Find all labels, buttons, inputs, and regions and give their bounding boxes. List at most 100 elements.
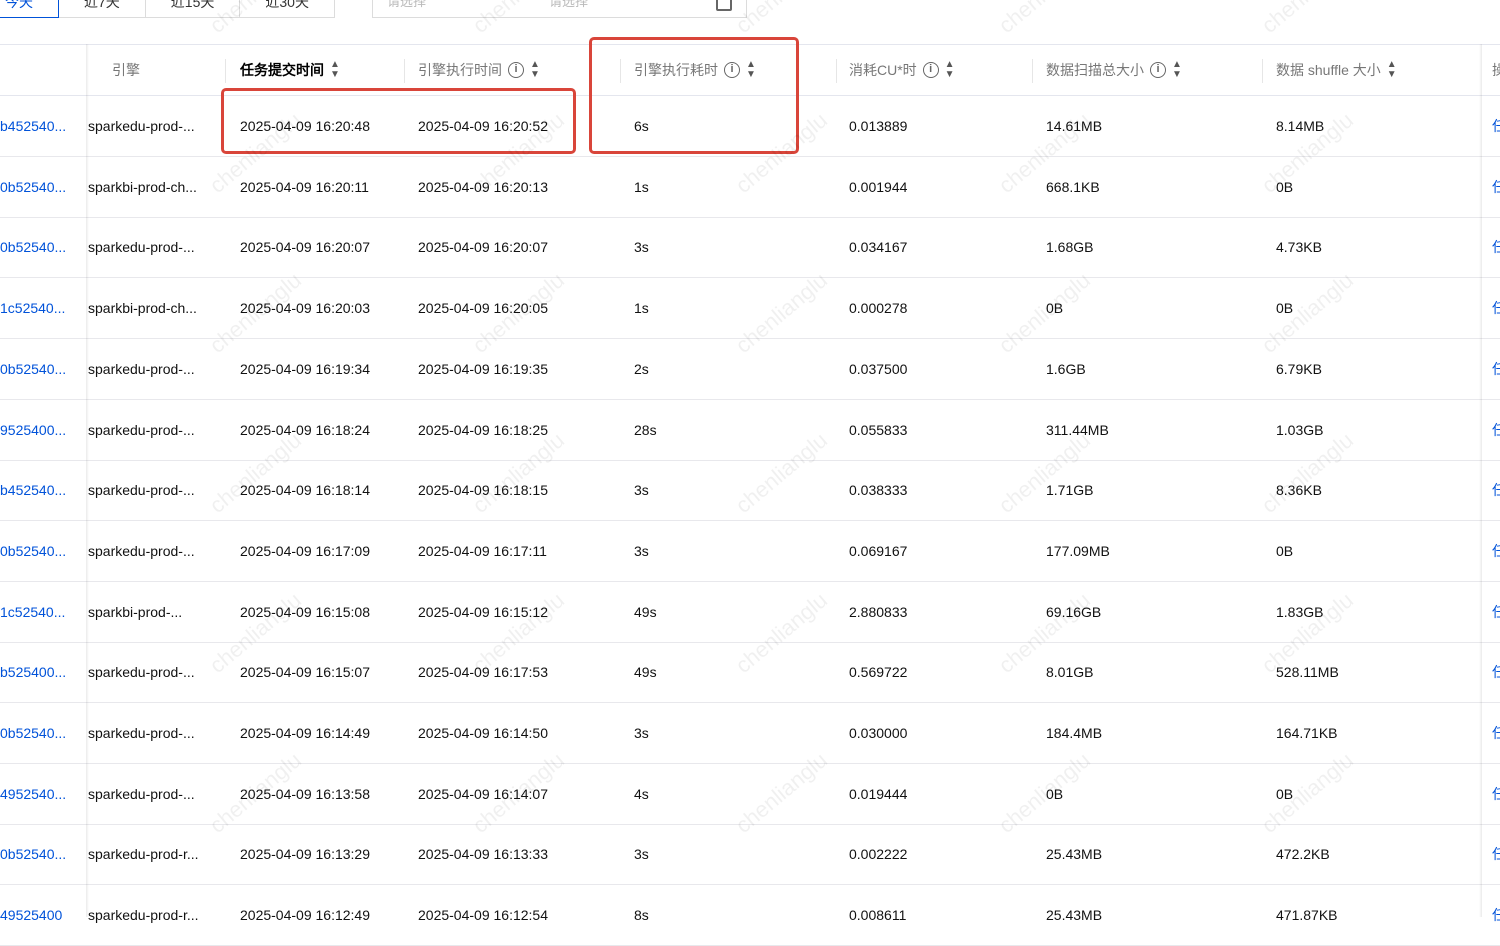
shuffle-size: 471.87KB (1276, 907, 1338, 924)
detail-link[interactable]: 任 (1492, 885, 1500, 945)
detail-link[interactable]: 任 (1492, 703, 1500, 763)
start-date-placeholder: 请选择 (387, 0, 427, 9)
quick-date-tabs: 今天 近7天 近15天 近30天 (0, 0, 335, 18)
exec-time: 2025-04-09 16:20:13 (418, 178, 548, 195)
task-id-link[interactable]: 0b52540... (0, 217, 66, 277)
cu-hours: 2.880833 (849, 603, 908, 620)
task-id-link[interactable]: 49525400 (0, 885, 62, 945)
info-icon[interactable]: i (1150, 62, 1166, 78)
detail-link[interactable]: 任 (1492, 764, 1500, 824)
info-icon[interactable]: i (724, 62, 740, 78)
duration: 3s (634, 725, 649, 741)
col-scan-size[interactable]: 数据扫描总大小 i ▲ ▼ (1046, 45, 1182, 95)
table-row: 0b52540... sparkedu-prod-... 2025-04-09 16… (0, 703, 1500, 764)
scan-size: 8.01GB (1046, 664, 1094, 681)
tab-today[interactable]: 今天 (0, 0, 59, 18)
info-icon[interactable]: i (508, 62, 524, 78)
col-label: 引擎执行时间 (418, 62, 502, 78)
shuffle-size: 1.03GB (1276, 421, 1324, 438)
shuffle-size: 0B (1276, 785, 1294, 802)
task-id-link[interactable]: 1c52540... (0, 582, 65, 642)
task-id-link[interactable]: b452540... (0, 460, 66, 520)
scan-size: 311.44MB (1046, 421, 1109, 438)
engine-name: sparkedu-prod-... (88, 360, 195, 377)
submit-time: 2025-04-09 16:20:03 (240, 300, 370, 317)
shuffle-size: 0B (1276, 178, 1294, 195)
sort-icon[interactable]: ▲ ▼ (945, 60, 955, 80)
engine-name: sparkedu-prod-... (88, 421, 195, 438)
submit-time: 2025-04-09 16:20:11 (240, 178, 369, 195)
exec-time: 2025-04-09 16:18:25 (418, 421, 548, 438)
detail-link[interactable]: 任 (1492, 521, 1500, 581)
sort-icon[interactable]: ▲ ▼ (1387, 60, 1397, 80)
tab-15-days[interactable]: 近15天 (144, 0, 241, 18)
col-shuffle-size[interactable]: 数据 shuffle 大小 ▲ ▼ (1276, 45, 1397, 95)
col-label: 操 (1492, 62, 1500, 78)
sort-icon[interactable]: ▲ ▼ (746, 60, 756, 80)
watermark: chenlianglu (994, 0, 1096, 39)
detail-link[interactable]: 任 (1492, 400, 1500, 460)
info-icon[interactable]: i (922, 62, 939, 78)
task-id-link[interactable]: 0b52540... (0, 824, 66, 884)
sort-icon[interactable]: ▲ ▼ (330, 60, 340, 80)
detail-link[interactable]: 任 (1492, 96, 1500, 156)
exec-time: 2025-04-09 16:19:35 (418, 360, 548, 377)
scan-size: 668.1KB (1046, 178, 1100, 195)
detail-link[interactable]: 任 (1492, 157, 1500, 217)
scan-size: 69.16GB (1046, 603, 1102, 620)
task-id-link[interactable]: 9525400... (0, 400, 66, 460)
exec-time: 2025-04-09 16:18:15 (418, 482, 548, 499)
col-label: 数据扫描总大小 (1046, 62, 1144, 78)
col-duration[interactable]: 引擎执行耗时 i ▲ ▼ (634, 45, 756, 95)
duration: 3s (634, 482, 649, 499)
tab-30-days[interactable]: 近30天 (239, 0, 335, 18)
divider (1032, 59, 1033, 83)
detail-link[interactable]: 任 (1492, 824, 1500, 884)
detail-link[interactable]: 任 (1492, 582, 1500, 642)
duration: 8s (634, 907, 649, 924)
task-id-link[interactable]: 0b52540... (0, 521, 66, 581)
detail-link[interactable]: 任 (1492, 217, 1500, 277)
exec-time: 2025-04-09 16:14:50 (418, 725, 548, 741)
table-row: 0b52540... sparkedu-prod-r... 2025-04-09 1… (0, 824, 1500, 886)
col-action: 操 (1492, 45, 1500, 95)
sort-icon[interactable]: ▲ ▼ (1172, 60, 1182, 80)
detail-link[interactable]: 任 (1492, 460, 1500, 520)
task-id-link[interactable]: b525400... (0, 642, 66, 702)
submit-time: 2025-04-09 16:20:07 (240, 239, 370, 256)
table-row: 49525400 sparkedu-prod-r... 2025-04-09 16:… (0, 885, 1500, 946)
shuffle-size: 472.2KB (1276, 846, 1330, 863)
duration: 49s (634, 603, 657, 620)
task-id-link[interactable]: 0b52540... (0, 157, 66, 217)
tab-7-days[interactable]: 近7天 (58, 0, 146, 18)
duration: 3s (634, 542, 649, 559)
task-id-link[interactable]: 0b52540... (0, 703, 66, 763)
scan-size: 0B (1046, 300, 1064, 317)
table-row: b525400... sparkedu-prod-... 2025-04-09 16… (0, 642, 1500, 704)
col-exec-time[interactable]: 引擎执行时间 i ▲ ▼ (418, 45, 540, 95)
task-id-link[interactable]: b452540... (0, 96, 66, 156)
sort-icon[interactable]: ▲ ▼ (530, 60, 540, 80)
submit-time: 2025-04-09 16:15:07 (240, 664, 370, 681)
submit-time: 2025-04-09 16:13:29 (240, 846, 370, 863)
exec-time: 2025-04-09 16:20:05 (418, 300, 548, 317)
watermark: chenlianglu (1257, 0, 1359, 39)
shuffle-size: 8.36KB (1276, 482, 1322, 499)
submit-time: 2025-04-09 16:14:49 (240, 725, 370, 741)
task-id-link[interactable]: 0b52540... (0, 339, 66, 399)
shuffle-size: 0B (1276, 300, 1294, 317)
table-header: 引擎 任务提交时间 ▲ ▼ 引擎执行时间 i ▲ ▼ 引擎执行耗时 i ▲ ▼ 消耗CU*时 i ▲… (0, 44, 1500, 96)
submit-time: 2025-04-09 16:12:49 (240, 907, 370, 924)
engine-name: sparkedu-prod-... (88, 785, 195, 802)
col-submit-time[interactable]: 任务提交时间 ▲ ▼ (240, 45, 340, 95)
table-row: 1c52540... sparkbi-prod-ch... 2025-04-09 1… (0, 278, 1500, 340)
col-cu[interactable]: 消耗CU*时 i ▲ ▼ (849, 45, 955, 95)
detail-link[interactable]: 任 (1492, 278, 1500, 338)
detail-link[interactable]: 任 (1492, 339, 1500, 399)
detail-link[interactable]: 任 (1492, 642, 1500, 702)
task-id-link[interactable]: 4952540... (0, 764, 66, 824)
task-id-link[interactable]: 1c52540... (0, 278, 65, 338)
exec-time: 2025-04-09 16:20:52 (418, 118, 548, 134)
engine-name: sparkedu-prod-r... (88, 907, 199, 924)
date-range-picker[interactable]: 请选择 请选择 (372, 0, 747, 18)
